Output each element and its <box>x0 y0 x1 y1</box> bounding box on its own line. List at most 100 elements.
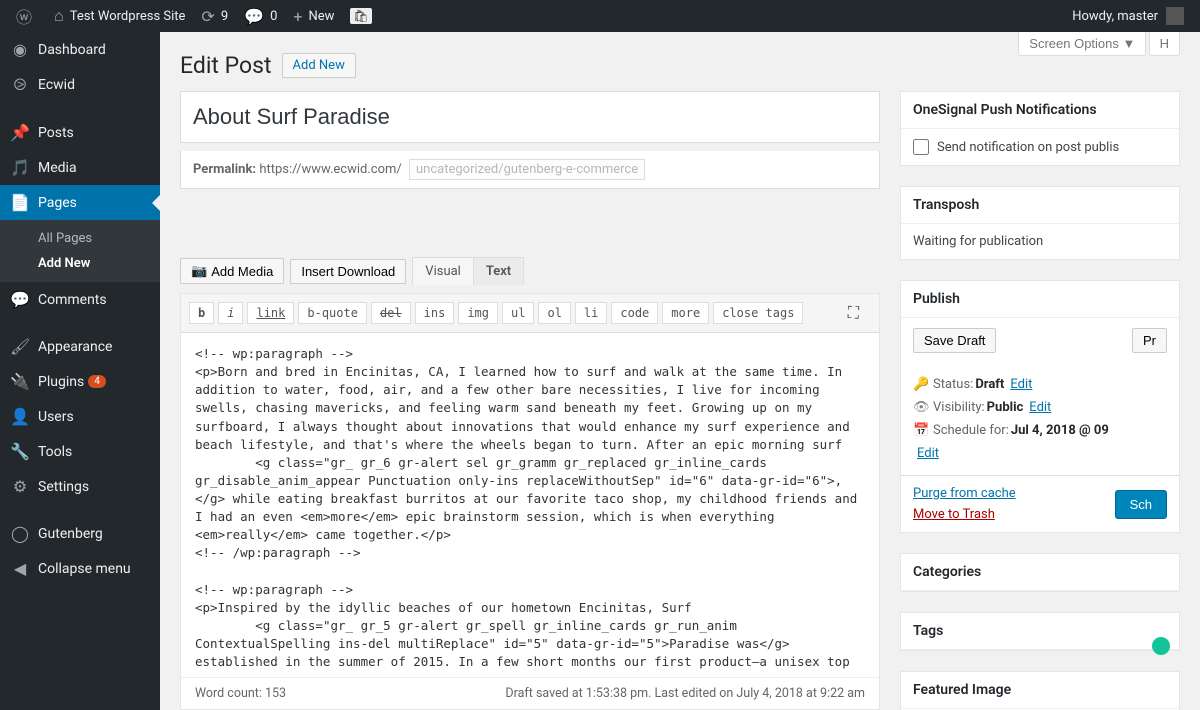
updates-item[interactable]: ⟳9 <box>193 0 236 32</box>
tab-text[interactable]: Text <box>473 257 524 285</box>
schedule-button[interactable]: Sch <box>1115 490 1167 519</box>
screen-options-button[interactable]: Screen Options ▼ <box>1018 32 1146 56</box>
permalink-box: Permalink: https://www.ecwid.com/ uncate… <box>180 151 880 189</box>
label: Settings <box>38 479 89 495</box>
word-count-label: Word count: <box>195 686 262 701</box>
qt-ol[interactable]: ol <box>538 302 570 324</box>
onesignal-checkbox[interactable] <box>913 139 929 155</box>
qt-ul[interactable]: ul <box>502 302 534 324</box>
permalink-label: Permalink: <box>193 162 256 177</box>
home-icon: ⌂ <box>54 6 64 26</box>
schedule-label: Schedule for: <box>933 423 1009 438</box>
pin-icon: 📌 <box>10 123 30 142</box>
qt-img[interactable]: img <box>458 302 498 324</box>
sidebar-item-dashboard[interactable]: ◉Dashboard <box>0 32 160 67</box>
qt-del[interactable]: del <box>371 302 411 324</box>
sidebar-item-comments[interactable]: 💬Comments <box>0 282 160 317</box>
sidebar-item-ecwid[interactable]: ⧁ Ecwid <box>0 67 160 103</box>
sidebar-item-appearance[interactable]: 🖌Appearance <box>0 329 160 364</box>
wrench-icon: 🔧 <box>10 442 30 461</box>
title-box <box>180 91 880 143</box>
tab-visual[interactable]: Visual <box>412 257 473 285</box>
sidebar-item-users[interactable]: 👤Users <box>0 399 160 434</box>
quicktags-toolbar: b i link b-quote del ins img ul ol li co… <box>181 294 879 333</box>
sub-add-new[interactable]: Add New <box>0 251 160 276</box>
preview-button[interactable]: Pr <box>1132 328 1167 353</box>
transposh-box: Transposh Waiting for publication <box>900 186 1180 260</box>
sidebar-item-posts[interactable]: 📌Posts <box>0 115 160 150</box>
eye-icon: 👁 <box>913 400 933 415</box>
label: Collapse menu <box>38 561 131 577</box>
qt-code[interactable]: code <box>611 302 658 324</box>
sidebar-item-media[interactable]: 🎵Media <box>0 150 160 185</box>
qt-more[interactable]: more <box>662 302 709 324</box>
label: Plugins <box>38 374 84 390</box>
post-title-input[interactable] <box>193 104 867 130</box>
gutenberg-icon: ◯ <box>10 524 30 543</box>
qt-bquote[interactable]: b-quote <box>298 302 367 324</box>
label: Ecwid <box>38 77 75 93</box>
cart-icon: 🛍 <box>350 8 371 24</box>
add-new-button[interactable]: Add New <box>282 53 356 78</box>
collapse-icon: ◀ <box>10 559 30 578</box>
visibility-value: Public <box>987 400 1024 415</box>
move-to-trash-link[interactable]: Move to Trash <box>913 507 995 522</box>
qt-li[interactable]: li <box>575 302 607 324</box>
edit-schedule-link[interactable]: Edit <box>917 446 939 461</box>
editor: b i link b-quote del ins img ul ol li co… <box>180 293 880 710</box>
permalink-slug-input[interactable]: uncategorized/gutenberg-e-commerce <box>409 159 645 180</box>
qt-i[interactable]: i <box>218 302 243 324</box>
wp-logo[interactable]: ⓦ <box>8 0 46 32</box>
featured-title: Featured Image <box>901 672 1179 709</box>
comments-item[interactable]: 💬0 <box>236 0 285 32</box>
schedule-value: Jul 4, 2018 @ 09 <box>1011 423 1109 438</box>
sidebar-item-settings[interactable]: ⚙Settings <box>0 469 160 504</box>
transposh-title: Transposh <box>901 187 1179 224</box>
qt-b[interactable]: b <box>189 302 214 324</box>
save-draft-button[interactable]: Save Draft <box>913 328 996 353</box>
plus-icon: + <box>293 7 302 26</box>
label: Tools <box>38 444 72 460</box>
screen-meta-links: Screen Options ▼ H <box>1019 32 1180 56</box>
categories-box: Categories <box>900 553 1180 592</box>
site-name-label: Test Wordpress Site <box>70 9 186 24</box>
label: Pages <box>38 195 77 211</box>
admin-sidebar: ◉Dashboard ⧁ Ecwid 📌Posts 🎵Media 📄 Pages A… <box>0 32 160 710</box>
label: Media <box>38 160 77 176</box>
qt-link[interactable]: link <box>247 302 294 324</box>
grammarly-icon[interactable] <box>1152 637 1170 655</box>
update-icon: ⟳ <box>201 7 214 26</box>
edit-status-link[interactable]: Edit <box>1010 377 1032 392</box>
insert-download-button[interactable]: Insert Download <box>290 259 406 284</box>
label: Add Media <box>211 264 273 279</box>
help-button[interactable]: H <box>1149 32 1180 56</box>
new-content-item[interactable]: +New <box>285 0 342 32</box>
sidebar-item-pages[interactable]: 📄 Pages <box>0 185 160 220</box>
page-icon: 📄 <box>10 193 30 212</box>
edit-visibility-link[interactable]: Edit <box>1029 400 1051 415</box>
onesignal-label: Send notification on post publis <box>937 140 1119 155</box>
main-content: Screen Options ▼ H Edit Post Add New Per… <box>160 32 1200 710</box>
dashboard-icon: ◉ <box>10 40 30 59</box>
onesignal-title: OneSignal Push Notifications <box>901 92 1179 129</box>
qt-ins[interactable]: ins <box>415 302 455 324</box>
howdy-item[interactable]: Howdy, master <box>1064 0 1192 32</box>
content-textarea[interactable] <box>181 333 879 673</box>
sidebar-collapse[interactable]: ◀ Collapse menu <box>0 551 160 586</box>
publish-box: Publish Save Draft Pr 🔑Status: Draft Edi… <box>900 280 1180 533</box>
ecwid-icon: ⧁ <box>10 75 30 95</box>
cart-item[interactable]: 🛍 <box>342 0 385 32</box>
calendar-icon: 📅 <box>913 423 933 438</box>
transposh-status: Waiting for publication <box>901 224 1179 259</box>
purge-cache-link[interactable]: Purge from cache <box>913 486 1016 501</box>
add-media-button[interactable]: 📷Add Media <box>180 258 284 284</box>
sidebar-item-gutenberg[interactable]: ◯Gutenberg <box>0 516 160 551</box>
fullscreen-button[interactable]: ⛶ <box>840 300 867 326</box>
qt-close[interactable]: close tags <box>713 302 803 324</box>
site-name-item[interactable]: ⌂ Test Wordpress Site <box>46 0 193 32</box>
howdy-label: Howdy, master <box>1072 9 1158 24</box>
sidebar-item-plugins[interactable]: 🔌Plugins4 <box>0 364 160 399</box>
plug-icon: 🔌 <box>10 372 30 391</box>
sidebar-item-tools[interactable]: 🔧 Tools <box>0 434 160 469</box>
sub-all-pages[interactable]: All Pages <box>0 226 160 251</box>
